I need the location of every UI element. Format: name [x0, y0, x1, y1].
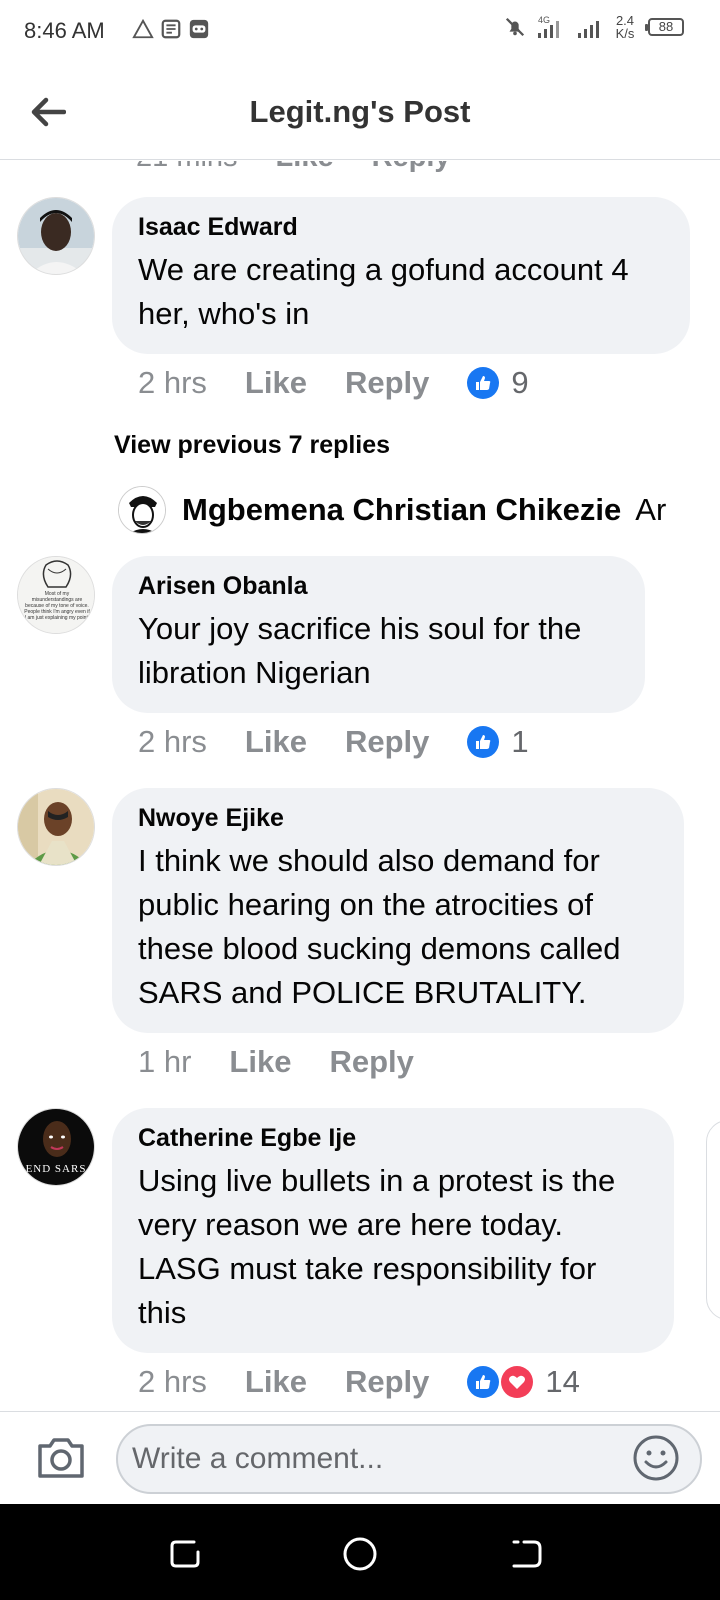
- camera-icon: [38, 1438, 84, 1478]
- notification-icons: [132, 18, 210, 40]
- like-button[interactable]: Like: [245, 365, 307, 401]
- reply-author: Mgbemena Christian Chikezie: [182, 492, 622, 527]
- back-nav-icon: [512, 1540, 542, 1568]
- thumbs-up-icon[interactable]: [467, 367, 500, 399]
- post-header: Legit.ng's Post: [0, 64, 720, 160]
- comment-bubble[interactable]: Arisen Obanla Your joy sacrifice his sou…: [112, 556, 645, 713]
- comments-feed[interactable]: 21 mins Like Reply Isaac Edward We are c…: [0, 161, 720, 1411]
- like-button[interactable]: Like: [245, 724, 307, 760]
- smiley-icon: [633, 1435, 679, 1481]
- camera-button[interactable]: [36, 1436, 86, 1480]
- comment-actions: 2 hrs Like Reply 1: [138, 724, 529, 760]
- thumbs-up-icon[interactable]: [467, 726, 500, 758]
- reaction-count[interactable]: 14: [545, 1364, 579, 1400]
- comment-author[interactable]: Isaac Edward: [138, 213, 666, 242]
- recents-button[interactable]: [168, 1536, 204, 1572]
- home-button[interactable]: [342, 1536, 378, 1572]
- view-previous-replies-link[interactable]: View previous 7 replies: [114, 431, 390, 460]
- status-time: 8:46 AM: [24, 18, 105, 43]
- comment-bubble[interactable]: Catherine Egbe Ije Using live bullets in…: [112, 1108, 674, 1353]
- avatar[interactable]: Most of my misunderstandings are because…: [17, 556, 95, 634]
- clipped-reply-button[interactable]: Reply: [372, 161, 451, 174]
- signal-icon-2: [578, 21, 599, 38]
- comment-time[interactable]: 2 hrs: [138, 1364, 207, 1400]
- recents-icon: [170, 1540, 200, 1568]
- avatar[interactable]: [17, 197, 95, 275]
- network-type-label: 4G: [538, 15, 550, 25]
- status-bar: 8:46 AM 4G 2.4 K/s 88: [0, 0, 720, 64]
- clipped-time: 21 mins: [136, 161, 238, 174]
- like-button[interactable]: Like: [229, 1044, 291, 1080]
- warning-icon: [132, 18, 154, 39]
- comment-time[interactable]: 2 hrs: [138, 365, 207, 401]
- comment-time[interactable]: 1 hr: [138, 1044, 191, 1080]
- heart-icon[interactable]: [501, 1366, 534, 1398]
- comment-actions: 2 hrs Like Reply 9: [138, 365, 529, 401]
- reply-preview[interactable]: Mgbemena Christian Chikezie Ar: [118, 486, 678, 534]
- comment-text: Your joy sacrifice his soul for the libr…: [138, 611, 582, 690]
- comment-bubble[interactable]: Isaac Edward We are creating a gofund ac…: [112, 197, 690, 354]
- comment-actions: 2 hrs Like Reply 14: [138, 1364, 580, 1400]
- avatar-caption: END SARS: [25, 1163, 87, 1175]
- reply-avatar: [118, 486, 166, 534]
- comment-bubble[interactable]: Nwoye Ejike I think we should also deman…: [112, 788, 684, 1033]
- system-indicators: 4G 2.4 K/s 88: [504, 14, 684, 40]
- like-button[interactable]: Like: [245, 1364, 307, 1400]
- signal-icon: 4G: [538, 15, 559, 38]
- reply-button[interactable]: Reply: [345, 724, 429, 760]
- system-navigation-bar: [0, 1504, 720, 1600]
- comment-input[interactable]: [116, 1424, 702, 1494]
- comment-author[interactable]: Catherine Egbe Ije: [138, 1124, 650, 1153]
- avatar-caption: Most of my misunderstandings are because…: [24, 591, 90, 621]
- bell-muted-icon: [505, 17, 525, 37]
- reply-button[interactable]: Reply: [345, 1364, 429, 1400]
- net-speed: 2.4 K/s: [612, 14, 638, 40]
- comment-author[interactable]: Arisen Obanla: [138, 572, 621, 601]
- side-card-edge: [706, 1120, 720, 1320]
- reaction-count[interactable]: 1: [511, 724, 528, 760]
- reply-button[interactable]: Reply: [345, 365, 429, 401]
- gamepad-icon: [189, 19, 209, 39]
- page-title: Legit.ng's Post: [249, 94, 471, 129]
- clipped-action-row: 21 mins Like Reply: [136, 161, 451, 174]
- comment-text: We are creating a gofund account 4 her, …: [138, 252, 629, 331]
- avatar[interactable]: [17, 788, 95, 866]
- home-circle-icon: [343, 1537, 377, 1571]
- reply-button[interactable]: Reply: [329, 1044, 413, 1080]
- emoji-button[interactable]: [632, 1434, 680, 1482]
- avatar[interactable]: END SARS: [17, 1108, 95, 1186]
- comment-text: Using live bullets in a protest is the v…: [138, 1163, 616, 1330]
- comment-author[interactable]: Nwoye Ejike: [138, 804, 660, 833]
- net-speed-unit: K/s: [615, 26, 635, 41]
- comment-time[interactable]: 2 hrs: [138, 724, 207, 760]
- comment-text: I think we should also demand for public…: [138, 843, 621, 1010]
- clipped-like-button[interactable]: Like: [276, 161, 334, 174]
- battery-indicator: 88: [645, 18, 684, 36]
- comment-actions: 1 hr Like Reply: [138, 1044, 452, 1080]
- news-icon: [161, 19, 181, 39]
- back-nav-button[interactable]: [508, 1536, 544, 1572]
- reaction-count[interactable]: 9: [511, 365, 528, 401]
- thumbs-up-icon[interactable]: [467, 1366, 500, 1398]
- reply-snippet: Ar: [635, 492, 667, 527]
- comment-composer: [0, 1411, 720, 1504]
